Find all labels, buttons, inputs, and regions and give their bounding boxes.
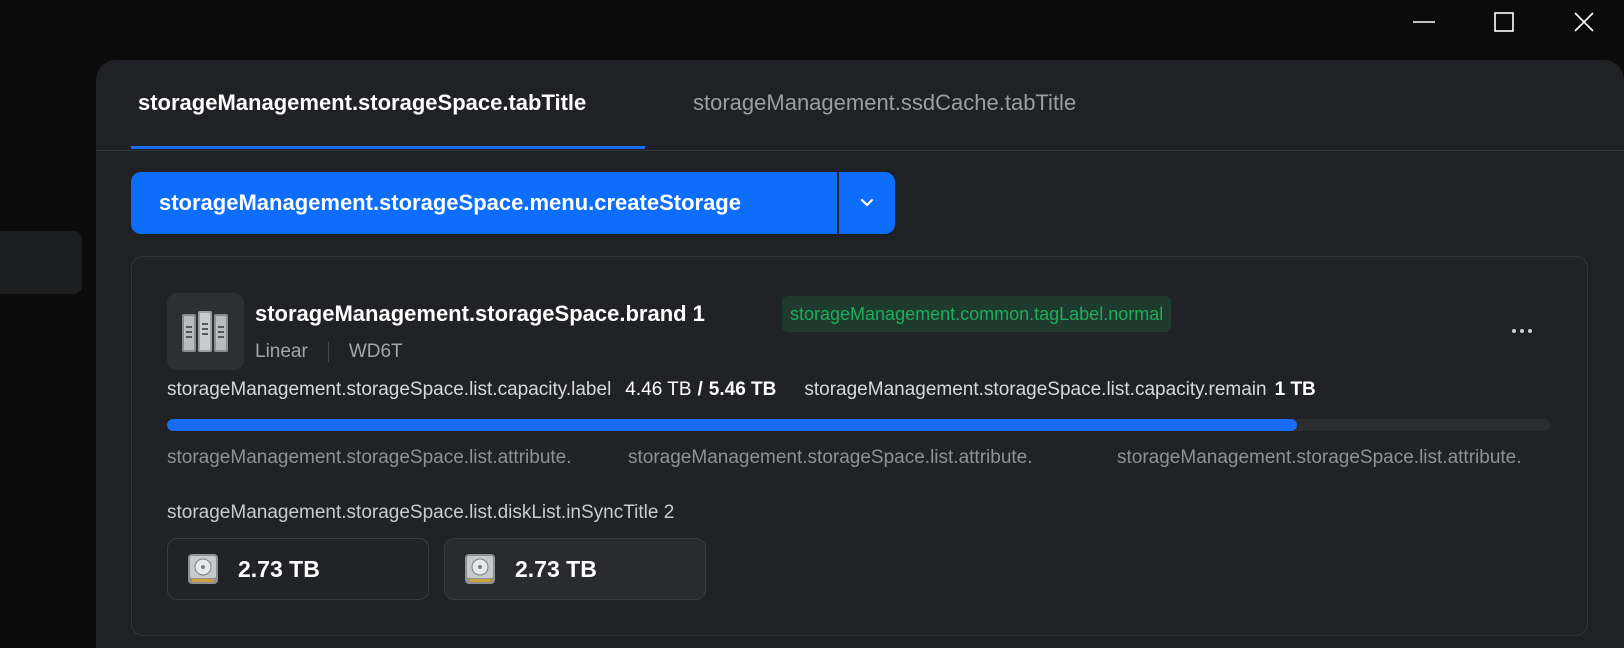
capacity-separator: / (697, 379, 703, 400)
status-badge: storageManagement.common.tagLabel.normal (782, 296, 1172, 332)
create-storage-split-button: storageManagement.storageSpace.menu.crea… (131, 172, 895, 234)
hard-disk-icon (188, 554, 218, 584)
storage-management-panel: storageManagement.storageSpace.tabTitle … (96, 60, 1624, 648)
attribute-item: storageManagement.storageSpace.list.attr… (628, 447, 1033, 468)
tab-storage-space[interactable]: storageManagement.storageSpace.tabTitle (138, 90, 586, 150)
more-options-button[interactable] (1502, 317, 1542, 345)
disk-list: 2.73 TB 2.73 TB (167, 538, 706, 600)
chevron-down-icon (860, 198, 874, 207)
storage-space-card: storageManagement.storageSpace.brand 1 s… (131, 256, 1588, 636)
capacity-progress-fill (167, 419, 1297, 431)
disk-size: 2.73 TB (515, 555, 597, 582)
capacity-row: storageManagement.storageSpace.list.capa… (167, 379, 1316, 401)
window-controls (1384, 0, 1624, 44)
capacity-label: storageManagement.storageSpace.list.capa… (167, 379, 612, 400)
disk-card[interactable]: 2.73 TB (444, 538, 706, 600)
attribute-row: storageManagement.storageSpace.list.attr… (167, 447, 1550, 475)
disk-size: 2.73 TB (238, 555, 320, 582)
tab-ssd-cache[interactable]: storageManagement.ssdCache.tabTitle (693, 90, 1076, 150)
storage-icon-container (167, 293, 244, 370)
hard-disk-icon (465, 554, 495, 584)
storage-meta: Linear WD6T (255, 341, 403, 363)
capacity-remain-label: storageManagement.storageSpace.list.capa… (804, 379, 1267, 400)
disk-model: WD6T (348, 341, 403, 362)
capacity-used: 4.46 TB (625, 379, 692, 400)
close-button[interactable] (1544, 0, 1624, 44)
sidebar-item-active[interactable] (0, 231, 82, 294)
raid-type: Linear (255, 341, 308, 362)
capacity-remain-value: 1 TB (1274, 379, 1316, 400)
minimize-icon (1413, 21, 1435, 23)
storage-title: storageManagement.storageSpace.brand 1 (255, 301, 705, 326)
maximize-button[interactable] (1464, 0, 1544, 44)
attribute-item: storageManagement.storageSpace.list.attr… (1117, 447, 1522, 468)
meta-divider (327, 342, 329, 362)
create-storage-button[interactable]: storageManagement.storageSpace.menu.crea… (131, 172, 837, 234)
capacity-total: 5.46 TB (708, 379, 777, 400)
server-rack-icon (181, 310, 228, 352)
close-icon (1574, 12, 1594, 32)
attribute-item: storageManagement.storageSpace.list.attr… (167, 447, 572, 468)
active-tab-indicator (131, 146, 645, 149)
tab-bar: storageManagement.storageSpace.tabTitle … (96, 60, 1624, 151)
more-horizontal-icon (1512, 329, 1516, 333)
disk-list-title: storageManagement.storageSpace.list.disk… (167, 502, 675, 523)
disk-card[interactable]: 2.73 TB (167, 538, 429, 600)
capacity-progress-bar (167, 419, 1550, 431)
minimize-button[interactable] (1384, 0, 1464, 44)
maximize-icon (1494, 12, 1514, 32)
create-storage-dropdown-button[interactable] (839, 172, 895, 234)
